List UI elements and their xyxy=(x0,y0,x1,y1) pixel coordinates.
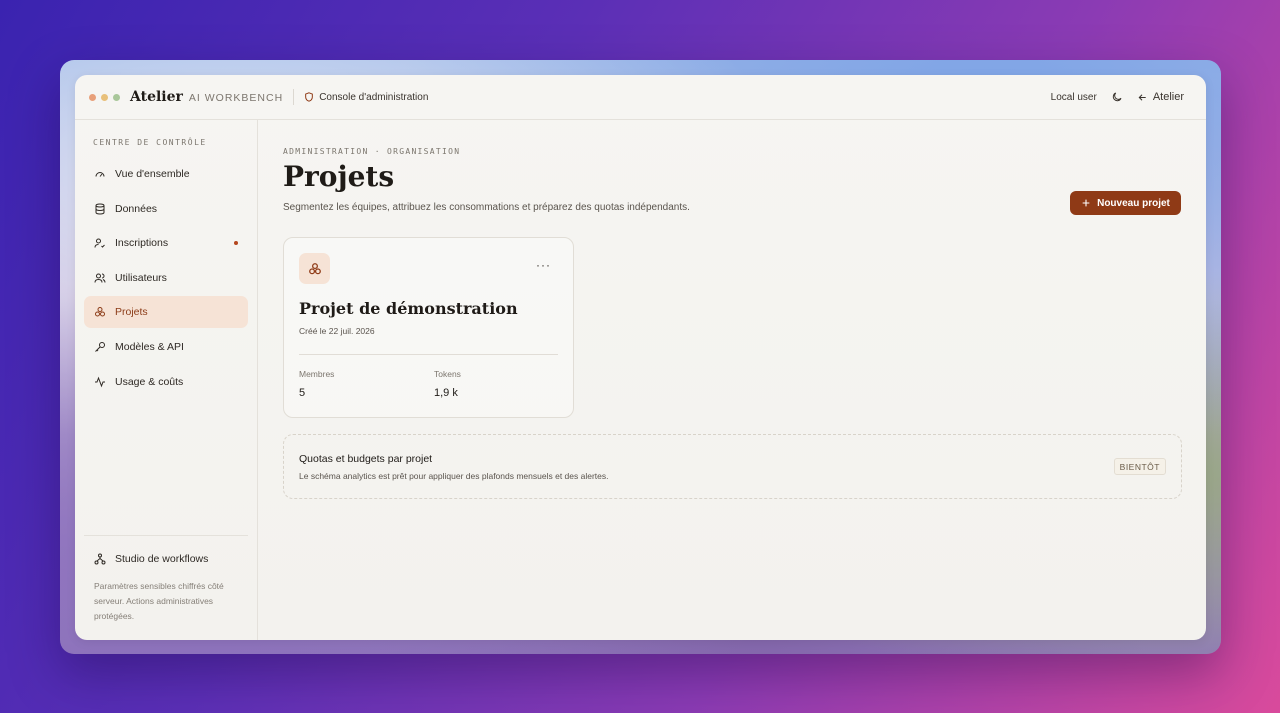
workflow-studio-label: Studio de workflows xyxy=(115,553,209,565)
top-bar: Atelier AI WORKBENCH Console d'administr… xyxy=(75,75,1206,120)
sidebar-item-label: Modèles & API xyxy=(115,340,184,353)
security-note: Paramètres sensibles chiffrés côté serve… xyxy=(94,581,224,621)
quota-title: Quotas et budgets par projet xyxy=(299,453,433,465)
sidebar-item-users[interactable]: Utilisateurs xyxy=(84,262,248,294)
user-label[interactable]: Local user xyxy=(1051,92,1097,103)
more-options-icon[interactable]: ··· xyxy=(536,258,551,272)
main-content: ADMINISTRATION · ORGANISATION Projets Se… xyxy=(258,120,1206,640)
gauge-icon xyxy=(95,172,105,177)
new-project-label: Nouveau projet xyxy=(1097,197,1170,209)
sidebar-item-label: Inscriptions xyxy=(115,237,169,250)
members-value: 5 xyxy=(299,387,306,399)
sidebar-item-label: Données xyxy=(115,202,158,215)
project-card[interactable]: ··· Projet de démonstration Créé le 22 j… xyxy=(283,237,574,418)
arrow-left-icon xyxy=(1138,93,1146,101)
plus-icon xyxy=(1082,199,1090,207)
brand-name: Atelier xyxy=(130,89,183,105)
boxes-icon xyxy=(308,262,321,274)
users-icon xyxy=(94,273,106,283)
app-window: Atelier AI WORKBENCH Console d'administr… xyxy=(75,75,1206,640)
sidebar-item-label: Usage & coûts xyxy=(115,375,184,388)
breadcrumb: ADMINISTRATION · ORGANISATION xyxy=(283,147,461,156)
status-badge: BIENTÔT xyxy=(1113,458,1166,475)
top-actions: Local user Atelier xyxy=(1051,91,1184,103)
brand-subtitle: AI WORKBENCH xyxy=(188,92,284,104)
quota-banner: Quotas et budgets par projet Le schéma a… xyxy=(283,434,1182,499)
sidebar-heading: CENTRE DE CONTRÔLE xyxy=(93,138,207,147)
database-icon xyxy=(95,203,105,215)
sidebar-item-projects[interactable]: Projets xyxy=(84,296,248,329)
divider xyxy=(299,354,558,355)
sidebar-item-usage-costs[interactable]: Usage & coûts xyxy=(84,366,248,398)
workflow-icon xyxy=(94,553,106,565)
tokens-value: 1,9 k xyxy=(434,387,458,399)
project-created-date: Créé le 22 juil. 2026 xyxy=(299,326,375,336)
user-check-icon xyxy=(94,238,105,248)
sidebar-item-label: Utilisateurs xyxy=(115,271,167,284)
page-subtitle: Segmentez les équipes, attribuez les con… xyxy=(283,202,690,213)
sidebar: CENTRE DE CONTRÔLE Vue d'ensemble Donnée… xyxy=(75,120,258,640)
shield-icon xyxy=(305,92,314,102)
sidebar-item-data[interactable]: Données xyxy=(84,193,248,225)
sidebar-item-registrations[interactable]: Inscriptions xyxy=(84,227,248,259)
key-icon xyxy=(95,341,105,352)
boxes-icon xyxy=(95,307,105,317)
console-badge: Console d'administration xyxy=(304,92,428,103)
sidebar-item-overview[interactable]: Vue d'ensemble xyxy=(84,158,248,190)
divider xyxy=(293,89,295,105)
window-dot-maximize[interactable] xyxy=(113,93,120,101)
project-name: Projet de démonstration xyxy=(299,299,518,318)
back-to-atelier-link[interactable]: Atelier xyxy=(1137,91,1184,103)
members-label: Membres xyxy=(299,369,335,379)
sidebar-nav: Vue d'ensemble Données Inscriptions Util… xyxy=(84,158,248,400)
tokens-label: Tokens xyxy=(434,369,461,379)
page-title: Projets xyxy=(283,160,395,193)
sidebar-item-label: Projets xyxy=(115,306,148,319)
back-label: Atelier xyxy=(1152,91,1184,103)
quota-description: Le schéma analytics est prêt pour appliq… xyxy=(299,471,609,481)
window-dot-close[interactable] xyxy=(89,93,96,101)
moon-icon[interactable] xyxy=(1111,91,1123,103)
project-icon-badge xyxy=(299,253,330,284)
notification-dot xyxy=(234,241,238,246)
sidebar-item-models-api[interactable]: Modèles & API xyxy=(84,331,248,363)
workflow-studio-link[interactable]: Studio de workflows xyxy=(84,539,248,579)
window-controls xyxy=(89,93,120,101)
window-dot-minimize[interactable] xyxy=(101,93,108,101)
sidebar-item-label: Vue d'ensemble xyxy=(115,168,190,180)
console-label: Console d'administration xyxy=(319,91,429,103)
new-project-button[interactable]: Nouveau projet xyxy=(1070,191,1181,215)
activity-icon xyxy=(95,376,105,387)
sidebar-footer: Studio de workflows Paramètres sensibles… xyxy=(84,535,248,624)
